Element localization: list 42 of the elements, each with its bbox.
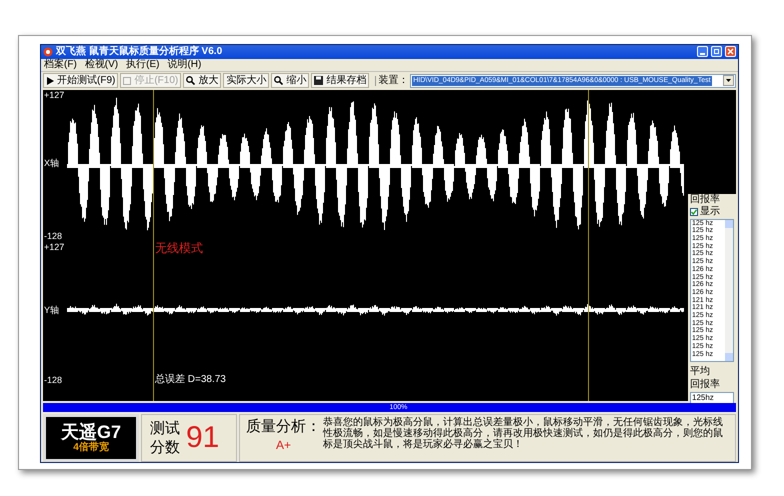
toolbar-button[interactable]: 放大 — [183, 73, 222, 88]
menu-item[interactable]: 执行(E) — [126, 60, 160, 70]
axis-label: Y轴 — [44, 306, 60, 315]
menu-item[interactable]: 检视(V) — [84, 60, 118, 70]
restore-button[interactable] — [711, 46, 722, 58]
toolbar-button[interactable]: 开始测试(F9) — [43, 73, 118, 88]
score-label: 分数 — [150, 438, 180, 458]
average-rate-field[interactable]: 125hz — [690, 392, 734, 404]
toolbar-button[interactable]: 缩小 — [271, 73, 310, 88]
menu-item[interactable]: 档案(F) — [44, 60, 77, 70]
score-value: 91 — [186, 423, 220, 454]
window-title: 双飞燕 鼠青天鼠标质量分析程序 V6.0 — [56, 46, 222, 57]
mode-label: 无线模式 — [155, 242, 203, 254]
analysis-label: 质量分析： — [246, 417, 321, 436]
axis-max-label: +127 — [44, 242, 64, 252]
grade-label: A+ — [276, 439, 291, 452]
toolbar-button[interactable]: 实际大小 — [223, 73, 270, 88]
minimize-button[interactable] — [697, 46, 708, 58]
play-icon — [46, 76, 54, 85]
axis-label: X轴 — [44, 158, 60, 168]
save-icon — [314, 76, 324, 86]
analysis-message: 恭喜您的鼠标为极高分鼠，计算出总误差量极小，鼠标移动平滑，无任何锯齿现象，光标线性极流畅，如是慢速移动得此极高分，请再改用极快速测试，如仍是得此极高分，则您的鼠标是顶尖战斗鼠，将是玩家必寻必赢之宝贝！ — [323, 417, 724, 452]
device-label: 装置： — [375, 76, 408, 86]
menu-item[interactable]: 说明(H) — [167, 60, 202, 70]
axis-max-label: +127 — [44, 90, 64, 100]
axis-min-label: -128 — [44, 376, 62, 385]
zoom-in-icon — [186, 76, 196, 86]
zoom-out-icon — [274, 76, 284, 86]
axis-min-label: -128 — [44, 232, 62, 241]
toolbar-button[interactable]: 结果存档 — [311, 73, 370, 88]
checkbox-icon — [123, 76, 132, 85]
close-button[interactable] — [725, 46, 736, 58]
app-icon — [43, 46, 53, 57]
average-rate-label: 回报率 — [690, 380, 721, 390]
show-checkbox[interactable] — [690, 208, 698, 216]
average-label: 平均 — [690, 366, 711, 377]
score-label: 测试 — [150, 419, 180, 438]
total-error-label: 总误差 D=38.73 — [155, 374, 226, 385]
logo-drawing: 天遥G7 4倍带宽 — [43, 414, 139, 462]
group-title: 回报率 — [690, 194, 721, 205]
checkbox-label: 显示 — [700, 206, 720, 217]
scrollbar[interactable] — [725, 220, 733, 361]
